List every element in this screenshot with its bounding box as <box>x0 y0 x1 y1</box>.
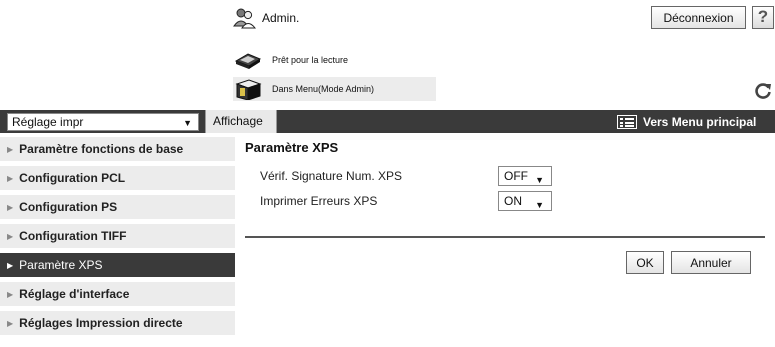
page-title: Paramètre XPS <box>245 140 339 155</box>
main-menu-link[interactable]: Vers Menu principal <box>617 110 756 133</box>
sidebar-item-xps[interactable]: ▶ Paramètre XPS <box>0 253 235 277</box>
divider <box>245 236 765 238</box>
field-label: Vérif. Signature Num. XPS <box>260 169 403 183</box>
user-info: Admin. <box>233 5 299 31</box>
menu-icon <box>617 114 637 129</box>
triangle-right-icon: ▶ <box>7 173 14 183</box>
sidebar-item-ps[interactable]: ▶ Configuration PS <box>0 195 235 219</box>
field-label: Imprimer Erreurs XPS <box>260 194 378 208</box>
sidebar-item-label: Configuration PCL <box>19 171 126 185</box>
sidebar-item-base-functions[interactable]: ▶ Paramètre fonctions de base <box>0 137 235 161</box>
refresh-icon <box>755 83 771 99</box>
main-menu-label: Vers Menu principal <box>643 114 757 129</box>
refresh-button[interactable] <box>752 80 774 102</box>
user-label: Admin. <box>262 11 300 25</box>
cancel-button[interactable]: Annuler <box>671 251 751 274</box>
scanner-icon <box>234 53 262 69</box>
triangle-right-icon: ▶ <box>7 260 14 270</box>
sidebar-item-label: Configuration PS <box>19 200 118 214</box>
xps-signature-select[interactable]: OFF ▼ <box>498 166 552 186</box>
tab-display[interactable]: Affichage <box>205 110 277 133</box>
chevron-down-icon: ▼ <box>183 118 192 128</box>
status-text: Dans Menu(Mode Admin) <box>272 84 375 94</box>
sidebar-item-pcl[interactable]: ▶ Configuration PCL <box>0 166 235 190</box>
select-value: ON <box>504 194 522 208</box>
sidebar-item-label: Réglage d'interface <box>19 287 130 301</box>
sidebar-item-interface[interactable]: ▶ Réglage d'interface <box>0 282 235 306</box>
triangle-right-icon: ▶ <box>7 231 14 241</box>
toolbar: Réglage impr ▼ Affichage Vers Menu princ… <box>0 110 775 133</box>
chevron-down-icon: ▼ <box>535 175 544 185</box>
triangle-right-icon: ▶ <box>7 318 14 328</box>
mode-select[interactable]: Réglage impr ▼ <box>7 113 199 131</box>
field-xps-signature: Vérif. Signature Num. XPS OFF ▼ <box>260 166 560 186</box>
sidebar: ▶ Paramètre fonctions de base ▶ Configur… <box>0 137 235 340</box>
sidebar-item-label: Configuration TIFF <box>19 229 127 243</box>
sidebar-item-label: Paramètre XPS <box>19 258 103 272</box>
ok-button[interactable]: OK <box>626 251 664 274</box>
print-xps-errors-select[interactable]: ON ▼ <box>498 191 552 211</box>
status-text: Prêt pour la lecture <box>272 55 349 65</box>
status-printer: Dans Menu(Mode Admin) <box>233 77 436 101</box>
mode-select-value: Réglage impr <box>12 115 84 129</box>
sidebar-item-label: Réglages Impression directe <box>19 316 183 330</box>
triangle-right-icon: ▶ <box>7 202 14 212</box>
sidebar-item-direct-print[interactable]: ▶ Réglages Impression directe <box>0 311 235 335</box>
select-value: OFF <box>504 169 528 183</box>
users-icon <box>233 8 257 29</box>
help-button[interactable]: ? <box>752 6 774 29</box>
status-scanner: Prêt pour la lecture <box>233 48 348 72</box>
triangle-right-icon: ▶ <box>7 144 14 154</box>
sidebar-item-tiff[interactable]: ▶ Configuration TIFF <box>0 224 235 248</box>
field-print-xps-errors: Imprimer Erreurs XPS ON ▼ <box>260 191 560 211</box>
printer-icon <box>235 79 262 100</box>
triangle-right-icon: ▶ <box>7 289 14 299</box>
logout-button[interactable]: Déconnexion <box>651 6 746 29</box>
chevron-down-icon: ▼ <box>535 200 544 210</box>
sidebar-item-label: Paramètre fonctions de base <box>19 142 184 156</box>
